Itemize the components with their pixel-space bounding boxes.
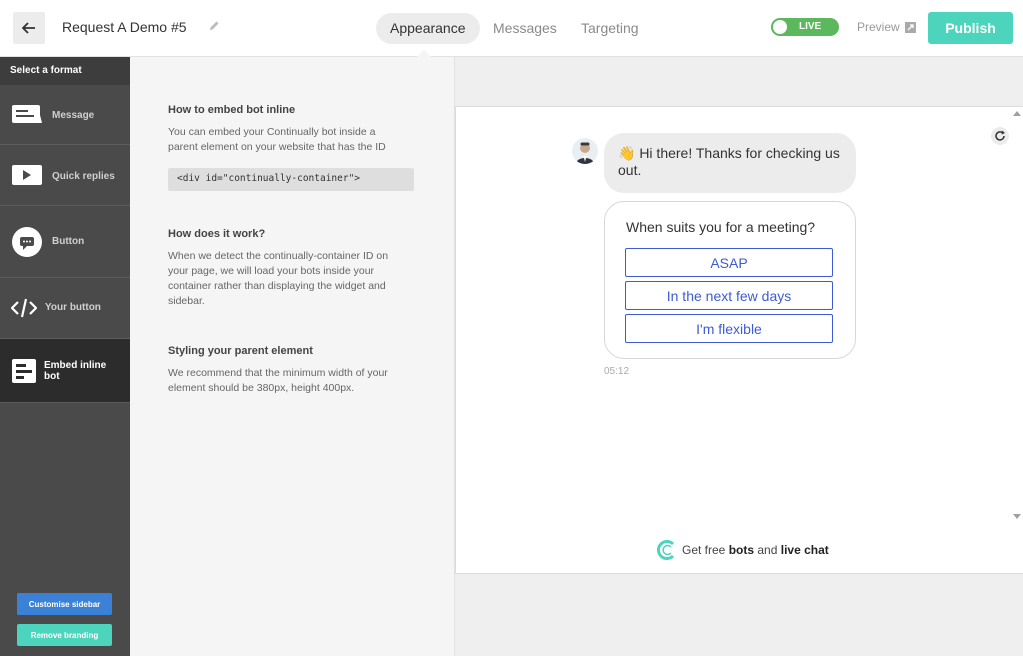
top-bar: Request A Demo #5 Appearance Messages Ta…: [0, 0, 1023, 57]
code-icon: [11, 298, 37, 318]
bot-preview-pane: 👋 Hi there! Thanks for checking us out. …: [454, 57, 1023, 656]
section-title: How does it work?: [168, 228, 266, 240]
remove-branding-button[interactable]: Remove branding: [17, 624, 112, 646]
refresh-icon: [995, 130, 1005, 141]
embedded-bot-container: 👋 Hi there! Thanks for checking us out. …: [455, 106, 1023, 574]
scroll-down-arrow[interactable]: [1013, 514, 1021, 519]
branding-bots: bots: [728, 543, 755, 557]
format-label: Your button: [45, 302, 101, 313]
customise-sidebar-button[interactable]: Customise sidebar: [17, 593, 112, 615]
format-item-quick-replies[interactable]: Quick replies: [0, 146, 130, 206]
format-item-your-button[interactable]: Your button: [0, 278, 130, 339]
format-item-message[interactable]: Message: [0, 85, 130, 145]
embed-code-snippet[interactable]: <div id="continually-container">: [168, 168, 414, 191]
scroll-up-arrow[interactable]: [1013, 111, 1021, 116]
edit-title-button[interactable]: [208, 19, 220, 37]
page-title: Request A Demo #5: [62, 19, 187, 35]
section-text: You can embed your Continually bot insid…: [168, 126, 386, 153]
message-timestamp: 05:12: [604, 366, 630, 377]
section-text: When we detect the continually-container…: [168, 250, 389, 307]
live-label: LIVE: [799, 21, 822, 32]
greeting-message: 👋 Hi there! Thanks for checking us out.: [604, 133, 856, 193]
preview-link[interactable]: Preview: [857, 20, 916, 34]
embed-layout-icon: [12, 359, 36, 383]
pencil-icon: [210, 21, 219, 30]
format-sidebar: Select a format Message Quick replies Bu…: [0, 57, 130, 656]
active-tab-indicator: [417, 50, 431, 57]
branding-and: and: [754, 543, 781, 557]
format-label: Quick replies: [52, 171, 115, 182]
section-text: We recommend that the minimum width of y…: [168, 367, 388, 394]
quick-reply-option[interactable]: In the next few days: [625, 281, 833, 310]
bot-avatar: [572, 138, 598, 164]
continually-logo-icon: [657, 540, 675, 560]
format-label: Button: [52, 236, 85, 247]
play-icon: [12, 165, 42, 185]
format-label: Embed inline bot: [44, 360, 107, 382]
tab-targeting[interactable]: Targeting: [567, 13, 653, 44]
quick-reply-card: When suits you for a meeting? ASAP In th…: [604, 201, 856, 359]
tab-messages[interactable]: Messages: [479, 13, 571, 44]
branding-link[interactable]: Get free bots and live chat: [656, 539, 829, 561]
live-toggle[interactable]: LIVE: [771, 18, 839, 36]
format-item-embed-inline-bot[interactable]: Embed inline bot: [0, 339, 130, 403]
branding-text: Get free: [682, 543, 729, 557]
tab-appearance[interactable]: Appearance: [376, 13, 480, 44]
section-title: How to embed bot inline: [168, 104, 296, 116]
preview-label: Preview: [857, 20, 900, 34]
refresh-button[interactable]: [991, 127, 1009, 145]
instructions-panel: How to embed bot inline You can embed yo…: [130, 57, 454, 656]
arrow-left-icon: [22, 22, 35, 34]
format-label: Message: [52, 110, 95, 121]
back-button[interactable]: [13, 12, 45, 44]
quick-reply-option[interactable]: I'm flexible: [625, 314, 833, 343]
message-icon: [12, 105, 42, 123]
person-icon: [576, 142, 594, 164]
format-item-button[interactable]: Button: [0, 206, 130, 278]
branding-live-chat: live chat: [780, 543, 829, 557]
section-title: Styling your parent element: [168, 345, 313, 357]
sidebar-header: Select a format: [0, 57, 130, 85]
question-text: When suits you for a meeting?: [626, 219, 816, 235]
toggle-knob: [773, 20, 787, 34]
publish-button[interactable]: Publish: [928, 12, 1013, 44]
external-link-icon: [904, 21, 916, 33]
quick-reply-option[interactable]: ASAP: [625, 248, 833, 277]
chat-bubble-icon: [12, 227, 42, 257]
